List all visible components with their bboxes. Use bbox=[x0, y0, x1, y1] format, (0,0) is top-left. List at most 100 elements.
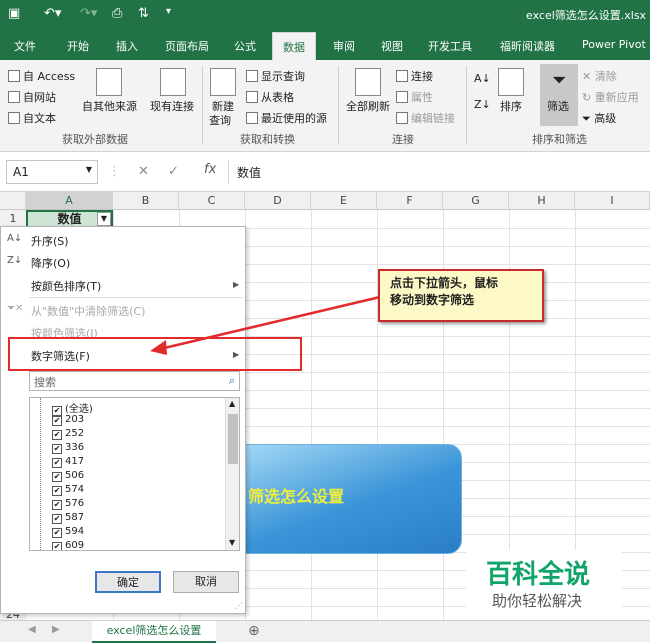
list-item[interactable]: ✔ 506 bbox=[52, 470, 84, 482]
checkbox-checked-icon[interactable]: ✔ bbox=[52, 458, 62, 468]
reapply-button[interactable]: ↻ 重新应用 bbox=[582, 89, 639, 105]
show-queries-icon bbox=[246, 70, 258, 82]
tab-page-layout[interactable]: 页面布局 bbox=[165, 38, 209, 54]
list-item[interactable]: ✔ 336 bbox=[52, 442, 84, 454]
scroll-down-icon[interactable]: ▼ bbox=[229, 538, 235, 547]
tab-home[interactable]: 开始 bbox=[67, 38, 89, 54]
sheet-tab-active[interactable]: excel筛选怎么设置 bbox=[92, 621, 216, 643]
edit-links-button[interactable]: 编辑链接 bbox=[396, 110, 455, 126]
from-access-button[interactable]: 自 Access bbox=[8, 68, 75, 84]
existing-connections-button[interactable]: 现有连接 bbox=[150, 98, 194, 114]
column-header-a[interactable]: A bbox=[26, 192, 113, 210]
tab-developer[interactable]: 开发工具 bbox=[428, 38, 472, 54]
from-table-button[interactable]: 从表格 bbox=[246, 89, 294, 105]
resize-grip-icon[interactable]: ⋰ bbox=[235, 601, 243, 610]
callout-line-2: 移动到数字筛选 bbox=[390, 293, 475, 307]
checkbox-checked-icon[interactable]: ✔ bbox=[52, 444, 62, 454]
from-text-button[interactable]: 自文本 bbox=[8, 110, 56, 126]
column-header-c[interactable]: C bbox=[179, 192, 245, 210]
tab-insert[interactable]: 插入 bbox=[116, 38, 138, 54]
list-item[interactable]: ✔ 587 bbox=[52, 512, 84, 524]
tab-file[interactable]: 文件 bbox=[14, 38, 36, 54]
menu-sort-ascending[interactable]: 升序(S) bbox=[31, 233, 69, 249]
menu-sort-descending[interactable]: 降序(O) bbox=[31, 255, 70, 271]
checkbox-checked-icon[interactable]: ✔ bbox=[52, 500, 62, 510]
column-header-f[interactable]: F bbox=[377, 192, 443, 210]
clear-filter-button[interactable]: ✕ 清除 bbox=[582, 68, 617, 84]
checkbox-checked-icon[interactable]: ✔ bbox=[52, 486, 62, 496]
cancel-icon[interactable]: ✕ bbox=[138, 164, 149, 179]
checkbox-checked-icon[interactable]: ✔ bbox=[52, 514, 62, 524]
checkbox-checked-icon[interactable]: ✔ bbox=[52, 528, 62, 538]
list-item[interactable]: ✔ 594 bbox=[52, 526, 84, 538]
column-header-g[interactable]: G bbox=[443, 192, 509, 210]
filter-search-input[interactable]: 搜索 ⌕ bbox=[29, 371, 240, 391]
tab-view[interactable]: 视图 bbox=[381, 38, 403, 54]
properties-button[interactable]: 属性 bbox=[396, 89, 433, 105]
column-header-i[interactable]: I bbox=[575, 192, 650, 210]
column-header-h[interactable]: H bbox=[509, 192, 575, 210]
cancel-button[interactable]: 取消 bbox=[173, 571, 239, 593]
properties-icon bbox=[396, 91, 408, 103]
other-sources-button[interactable]: 自其他来源 bbox=[82, 98, 137, 114]
column-header-d[interactable]: D bbox=[245, 192, 311, 210]
promo-banner: 筛选怎么设置 bbox=[225, 444, 462, 554]
column-header-e[interactable]: E bbox=[311, 192, 377, 210]
checkbox-checked-icon[interactable]: ✔ bbox=[52, 430, 62, 440]
list-item[interactable]: ✔ 609 bbox=[52, 540, 84, 550]
filter-dropdown-button[interactable]: ▼ bbox=[97, 212, 111, 226]
checkbox-checked-icon[interactable]: ✔ bbox=[52, 416, 62, 426]
more-icon: ⋮ bbox=[108, 164, 121, 179]
tab-foxit-reader[interactable]: 福昕阅读器 bbox=[500, 38, 555, 54]
scrollbar-thumb[interactable] bbox=[228, 414, 238, 464]
list-item[interactable]: ✔ 203 bbox=[52, 414, 84, 426]
new-query-dropdown[interactable]: 查询 bbox=[209, 112, 231, 128]
ok-button[interactable]: 确定 bbox=[95, 571, 161, 593]
list-item[interactable]: ✔ 574 bbox=[52, 484, 84, 496]
connections-button[interactable]: 连接 bbox=[396, 68, 433, 84]
filter-button[interactable]: ⏷ 筛选 bbox=[540, 64, 578, 126]
name-box-dropdown-icon[interactable]: ▼ bbox=[86, 165, 92, 174]
sheet-prev-icon[interactable]: ◀ bbox=[28, 624, 36, 635]
checkbox-checked-icon[interactable]: ✔ bbox=[52, 472, 62, 482]
enter-icon[interactable]: ✓ bbox=[168, 164, 179, 179]
show-queries-button[interactable]: 显示查询 bbox=[246, 68, 305, 84]
customize-qat-icon[interactable]: ▾ bbox=[166, 6, 171, 17]
callout-annotation: 点击下拉箭头，鼠标 移动到数字筛选 bbox=[378, 269, 544, 322]
list-scrollbar[interactable]: ▲ ▼ bbox=[225, 398, 239, 550]
print-preview-icon[interactable]: ⎙ bbox=[112, 6, 122, 21]
insert-function-icon[interactable]: fx bbox=[204, 162, 216, 177]
other-sources-icon bbox=[96, 68, 122, 96]
advanced-filter-button[interactable]: ⏷ 高级 bbox=[582, 110, 616, 126]
recent-sources-button[interactable]: 最近使用的源 bbox=[246, 110, 327, 126]
sort-az-icon[interactable]: A↓ bbox=[474, 72, 491, 85]
name-box[interactable]: A1 ▼ bbox=[6, 160, 98, 184]
menu-clear-filter[interactable]: 从"数值"中清除筛选(C) bbox=[31, 303, 145, 319]
tab-formulas[interactable]: 公式 bbox=[234, 38, 256, 54]
list-item[interactable]: ✔ 417 bbox=[52, 456, 84, 468]
column-header-b[interactable]: B bbox=[113, 192, 179, 210]
sort-icon[interactable]: ⇅ bbox=[138, 6, 149, 21]
tab-data[interactable]: 数据 bbox=[272, 32, 316, 60]
group-label-connections: 连接 bbox=[392, 133, 414, 146]
menu-sort-by-color[interactable]: 按颜色排序(T) bbox=[31, 278, 101, 294]
tab-review[interactable]: 审阅 bbox=[333, 38, 355, 54]
select-all-corner[interactable] bbox=[0, 192, 26, 210]
sheet-next-icon[interactable]: ▶ bbox=[52, 624, 60, 635]
sort-button[interactable]: 排序 bbox=[500, 98, 522, 114]
save-icon[interactable]: ▣ bbox=[8, 6, 20, 21]
watermark-subtitle: 助你轻松解决 bbox=[492, 592, 583, 610]
checkbox-checked-icon[interactable]: ✔ bbox=[52, 542, 62, 550]
sort-za-icon[interactable]: Z↓ bbox=[474, 98, 491, 111]
scroll-up-icon[interactable]: ▲ bbox=[229, 399, 235, 408]
reapply-icon: ↻ bbox=[582, 91, 595, 104]
refresh-all-button[interactable]: 全部刷新 bbox=[346, 98, 390, 114]
list-item[interactable]: ✔ 576 bbox=[52, 498, 84, 510]
tab-power-pivot[interactable]: Power Pivot bbox=[582, 38, 646, 51]
list-item[interactable]: ✔ 252 bbox=[52, 428, 84, 440]
add-sheet-icon[interactable]: ⊕ bbox=[248, 623, 260, 639]
from-web-button[interactable]: 自网站 bbox=[8, 89, 56, 105]
undo-icon[interactable]: ↶▾ bbox=[44, 6, 61, 21]
redo-icon[interactable]: ↷▾ bbox=[80, 6, 97, 21]
formula-input[interactable]: 数值 bbox=[228, 160, 650, 184]
